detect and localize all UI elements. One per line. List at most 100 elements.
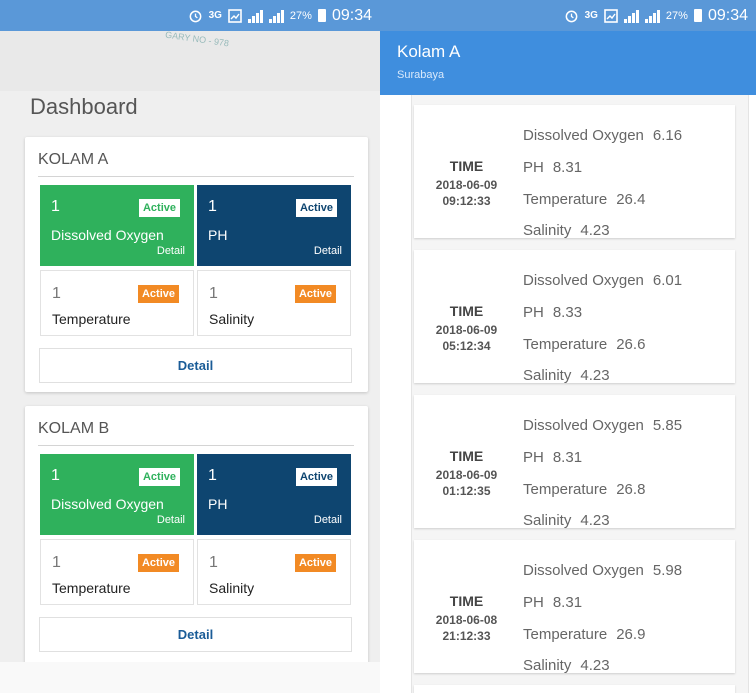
- reading-card[interactable]: TIME 2018-06-08 21:12:33 Dissolved Oxyge…: [414, 540, 735, 674]
- network-type-label: 3G: [584, 10, 598, 21]
- tile-label: Dissolved Oxygen: [51, 227, 164, 243]
- sensor-count: 1: [52, 285, 61, 302]
- status-badge: Active: [295, 468, 337, 486]
- battery-icon: [317, 9, 326, 22]
- salinity-tile[interactable]: 1 Active Salinity: [197, 270, 351, 336]
- metric-dissolved-oxygen: Dissolved Oxygen 5.85: [523, 417, 683, 434]
- pond-readings-screen: 3G 27% 09:34 Kolam A Surabaya TIME 2018-…: [380, 0, 756, 693]
- clock: 09:34: [331, 6, 372, 24]
- reading-date: 2018-06-08: [435, 613, 498, 627]
- tile-detail-link[interactable]: Detail: [157, 245, 185, 257]
- tile-label: PH: [208, 227, 228, 243]
- pond-name: KOLAM A: [38, 151, 109, 168]
- battery-percentage: 27%: [665, 9, 688, 22]
- reading-time: 21:12:33: [442, 629, 491, 643]
- tile-detail-link[interactable]: Detail: [314, 514, 342, 526]
- metric-ph: PH 8.31: [523, 159, 583, 176]
- temperature-tile[interactable]: 1 Active Temperature: [40, 270, 194, 336]
- dissolved-oxygen-tile[interactable]: 1 Active Dissolved Oxygen Detail: [40, 454, 194, 535]
- status-badge: Active: [294, 285, 336, 303]
- signal-strength-2-icon: [644, 9, 660, 23]
- metric-temperature: Temperature 26.8: [523, 481, 646, 498]
- status-bar: 3G 27% 09:34: [0, 0, 380, 31]
- status-bar: 3G 27% 09:34: [380, 0, 756, 31]
- reading-time: 01:12:35: [442, 484, 491, 498]
- battery-percentage: 27%: [289, 9, 312, 22]
- dashboard-screen: 3G 27% 09:34 GARY NO - 978 Dashboard KOL…: [0, 0, 380, 693]
- metric-salinity: Salinity 4.23: [523, 222, 610, 239]
- sensor-count: 1: [51, 198, 60, 215]
- status-badge: Active: [137, 554, 179, 572]
- network-type-label: 3G: [208, 10, 222, 21]
- time-label: TIME: [449, 158, 484, 174]
- reading-card[interactable]: [414, 685, 735, 693]
- reading-date: 2018-06-09: [435, 468, 498, 482]
- tile-label: Salinity: [209, 311, 255, 327]
- reading-time: 05:12:34: [442, 339, 491, 353]
- tile-label: PH: [208, 496, 228, 512]
- divider: [38, 176, 354, 177]
- page-title: Dashboard: [30, 94, 138, 119]
- status-badge: Active: [294, 554, 336, 572]
- metric-ph: PH 8.33: [523, 304, 583, 321]
- salinity-tile[interactable]: 1 Active Salinity: [197, 539, 351, 605]
- pond-card-kolam-b: KOLAM B 1 Active Dissolved Oxygen Detail…: [25, 406, 368, 666]
- tile-label: Temperature: [52, 311, 131, 327]
- status-badge: Active: [138, 199, 180, 217]
- metric-salinity: Salinity 4.23: [523, 367, 610, 384]
- sensor-count: 1: [51, 467, 60, 484]
- battery-icon: [693, 9, 702, 22]
- signal-strength-2-icon: [268, 9, 284, 23]
- metric-ph: PH 8.31: [523, 449, 583, 466]
- readings-list[interactable]: TIME 2018-06-09 09:12:33 Dissolved Oxyge…: [411, 95, 749, 693]
- clock: 09:34: [707, 6, 748, 24]
- app-bar-subtitle: Surabaya: [397, 69, 445, 81]
- tile-label: Temperature: [52, 580, 131, 596]
- tile-detail-link[interactable]: Detail: [314, 245, 342, 257]
- pond-name: KOLAM B: [38, 420, 110, 437]
- tile-detail-link[interactable]: Detail: [157, 514, 185, 526]
- signal-strength-icon: [623, 9, 639, 23]
- tile-label: Dissolved Oxygen: [51, 496, 164, 512]
- reading-date: 2018-06-09: [435, 323, 498, 337]
- pond-detail-button[interactable]: Detail: [39, 348, 352, 383]
- image-notification-icon: [228, 8, 242, 23]
- sensor-count: 1: [209, 554, 218, 571]
- status-badge: Active: [295, 199, 337, 217]
- status-badge: Active: [137, 285, 179, 303]
- metric-dissolved-oxygen: Dissolved Oxygen 6.01: [523, 272, 683, 289]
- metric-temperature: Temperature 26.4: [523, 191, 646, 208]
- metric-ph: PH 8.31: [523, 594, 583, 611]
- alarm-icon: [564, 8, 579, 23]
- time-label: TIME: [449, 593, 484, 609]
- reading-card[interactable]: TIME 2018-06-09 05:12:34 Dissolved Oxyge…: [414, 250, 735, 384]
- temperature-tile[interactable]: 1 Active Temperature: [40, 539, 194, 605]
- ph-tile[interactable]: 1 Active PH Detail: [197, 185, 351, 266]
- metric-dissolved-oxygen: Dissolved Oxygen 6.16: [523, 127, 683, 144]
- sensor-count: 1: [209, 285, 218, 302]
- status-badge: Active: [138, 468, 180, 486]
- sensor-count: 1: [208, 467, 217, 484]
- metric-temperature: Temperature 26.6: [523, 336, 646, 353]
- reading-date: 2018-06-09: [435, 178, 498, 192]
- app-bar: Kolam A Surabaya: [380, 31, 756, 95]
- alarm-icon: [188, 8, 203, 23]
- footer-area: [0, 662, 380, 693]
- reading-card[interactable]: TIME 2018-06-09 01:12:35 Dissolved Oxyge…: [414, 395, 735, 529]
- metric-salinity: Salinity 4.23: [523, 657, 610, 674]
- time-label: TIME: [449, 448, 484, 464]
- dissolved-oxygen-tile[interactable]: 1 Active Dissolved Oxygen Detail: [40, 185, 194, 266]
- tile-label: Salinity: [209, 580, 255, 596]
- sensor-count: 1: [52, 554, 61, 571]
- time-label: TIME: [449, 303, 484, 319]
- reading-card[interactable]: TIME 2018-06-09 09:12:33 Dissolved Oxyge…: [414, 105, 735, 239]
- metric-temperature: Temperature 26.9: [523, 626, 646, 643]
- image-notification-icon: [604, 8, 618, 23]
- app-bar-title: Kolam A: [397, 42, 461, 61]
- pond-detail-button[interactable]: Detail: [39, 617, 352, 652]
- metric-dissolved-oxygen: Dissolved Oxygen 5.98: [523, 562, 683, 579]
- sensor-count: 1: [208, 198, 217, 215]
- signal-strength-icon: [247, 9, 263, 23]
- ph-tile[interactable]: 1 Active PH Detail: [197, 454, 351, 535]
- pond-card-kolam-a: KOLAM A 1 Active Dissolved Oxygen Detail…: [25, 137, 368, 392]
